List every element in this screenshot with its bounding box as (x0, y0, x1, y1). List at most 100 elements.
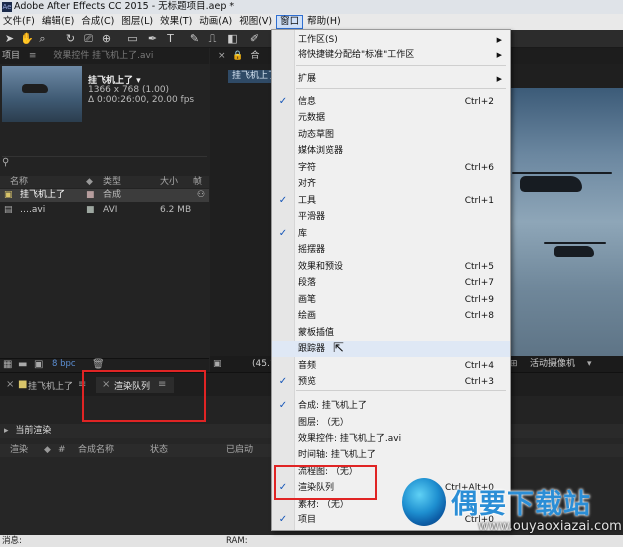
menu-item[interactable]: 扩展 ▶ (272, 71, 510, 87)
menu-item-label: 项目 (298, 515, 317, 525)
checkmark-icon: ✓ (278, 376, 288, 387)
camera-tool-icon[interactable]: ⎚ (82, 32, 95, 45)
menu-window[interactable]: 窗口 (276, 15, 304, 29)
table-row[interactable]: ▤ ….avi ■ AVI 6.2 MB (0, 204, 209, 217)
menu-help[interactable]: 帮助(H) (304, 14, 344, 30)
menu-item-label: 工作区(S) (298, 35, 338, 45)
menu-view[interactable]: 视图(V) (236, 14, 275, 30)
menu-item[interactable]: 蒙板插值 (272, 325, 510, 341)
menu-layer[interactable]: 图层(L) (118, 14, 156, 30)
rotor-shape (512, 172, 612, 174)
roto-brush-tool-icon[interactable]: ✐ (248, 32, 261, 45)
lock-icon[interactable]: 🔒 (232, 51, 243, 61)
menu-item[interactable]: 媒体浏览器 (272, 143, 510, 159)
helicopter-shape (554, 246, 594, 257)
tab-composition[interactable]: 合 (251, 51, 260, 61)
menu-item-label: 字符 (298, 163, 317, 173)
table-row[interactable]: ▣ 挂飞机上了 ■ 合成 ⚇ (0, 189, 209, 202)
hand-tool-icon[interactable]: ✋ (20, 32, 34, 45)
row-name: ….avi (20, 205, 46, 215)
menu-item[interactable]: 音频 Ctrl+4 (272, 358, 510, 374)
column-frame[interactable]: 帧 (193, 176, 202, 188)
column-comp-name[interactable]: 合成名称 (78, 444, 114, 457)
trash-icon[interactable]: 🗑 (92, 359, 105, 370)
tab-timeline[interactable]: 挂飞机上了 (28, 379, 73, 392)
menu-item[interactable]: ✓ 信息 Ctrl+2 (272, 94, 510, 110)
menu-separator (296, 65, 506, 66)
new-composition-icon[interactable]: ▣ (34, 359, 43, 370)
column-type[interactable]: 类型 (103, 176, 121, 188)
disclosure-triangle-icon[interactable]: ▸ (4, 426, 9, 436)
row-size: 6.2 MB (160, 205, 192, 215)
close-icon[interactable]: × (218, 51, 226, 61)
menu-item[interactable]: 画笔 Ctrl+9 (272, 292, 510, 308)
menu-item[interactable]: 字符 Ctrl+6 (272, 160, 510, 176)
tab-effect-controls[interactable]: 效果控件 挂飞机上了.avi (53, 51, 153, 61)
menu-item[interactable]: ✓ 预览 Ctrl+3 (272, 374, 510, 390)
menu-item[interactable]: 时间轴: 挂飞机上了 (272, 447, 510, 463)
menu-item[interactable]: 跟踪器 (272, 341, 510, 357)
column-status[interactable]: 状态 (150, 444, 168, 457)
project-panel-tabs: 项目 ≡ 效果控件 挂飞机上了.avi (0, 48, 209, 64)
menu-effect[interactable]: 效果(T) (157, 14, 195, 30)
brush-tool-icon[interactable]: ✎ (188, 32, 201, 45)
column-render[interactable]: 渲染 (10, 444, 28, 457)
clone-stamp-tool-icon[interactable]: ⎍ (206, 32, 219, 45)
pan-behind-tool-icon[interactable]: ⊕ (100, 32, 113, 45)
interpret-footage-icon[interactable]: ▦ (3, 359, 12, 370)
menu-animation[interactable]: 动画(A) (196, 14, 235, 30)
menu-item-label: 蒙板插值 (298, 328, 335, 338)
menu-item-label: 将快捷键分配给"标准"工作区 (298, 50, 415, 60)
menu-item[interactable]: 工作区(S) ▶ (272, 32, 510, 48)
menu-item[interactable]: 效果控件: 挂飞机上了.avi (272, 431, 510, 447)
highlight-box-render-queue-tab (82, 370, 206, 422)
column-number[interactable]: # (58, 444, 66, 457)
window-title-bar: Adobe After Effects CC 2015 - 无标题项目.aep … (0, 0, 623, 14)
always-preview-icon[interactable]: ▣ (213, 356, 222, 372)
menu-item[interactable]: 摇摆器 (272, 242, 510, 258)
menu-item[interactable]: 元数据 (272, 110, 510, 126)
menu-item[interactable]: ✓ 工具 Ctrl+1 (272, 193, 510, 209)
type-tool-icon[interactable]: T (164, 32, 177, 45)
rectangle-tool-icon[interactable]: ▭ (126, 32, 139, 45)
column-size[interactable]: 大小 (160, 176, 178, 188)
eraser-tool-icon[interactable]: ◧ (226, 32, 239, 45)
rotate-tool-icon[interactable]: ↻ (64, 32, 77, 45)
submenu-arrow-icon: ▶ (496, 36, 502, 44)
grid-icon[interactable]: ⊞ (510, 356, 518, 372)
menu-edit[interactable]: 编辑(E) (39, 14, 77, 30)
flowchart-icon[interactable]: ⚇ (197, 189, 205, 202)
menu-item[interactable]: 对齐 (272, 176, 510, 192)
menu-item[interactable]: 图层: （无） (272, 415, 510, 431)
project-search-bar[interactable]: ⚲ (2, 156, 207, 171)
menu-item[interactable]: 动态草图 (272, 127, 510, 143)
checkmark-icon: ✓ (278, 228, 288, 239)
chevron-down-icon[interactable]: ▾ (587, 356, 592, 372)
pen-tool-icon[interactable]: ✒ (146, 32, 159, 45)
tab-project[interactable]: 项目 (0, 51, 20, 61)
column-name[interactable]: 名称 (10, 176, 28, 188)
window-title: Adobe After Effects CC 2015 - 无标题项目.aep … (14, 1, 235, 12)
menu-item[interactable]: 平滑器 (272, 209, 510, 225)
close-icon[interactable]: × (6, 379, 14, 390)
selection-tool-icon[interactable]: ➤ (3, 32, 16, 45)
search-icon[interactable]: ⚲ (2, 157, 9, 168)
menu-item-label: 摇摆器 (298, 245, 326, 255)
menu-item[interactable]: 效果和预设 Ctrl+5 (272, 259, 510, 275)
menu-file[interactable]: 文件(F) (0, 14, 38, 30)
footage-icon: ▤ (4, 205, 13, 215)
menu-item[interactable]: 将快捷键分配给"标准"工作区 ▶ (272, 47, 510, 63)
menu-composition[interactable]: 合成(C) (78, 14, 117, 30)
panel-menu-icon[interactable]: ≡ (29, 51, 37, 61)
menu-item[interactable]: ✓ 合成: 挂飞机上了 (272, 398, 510, 414)
menu-item[interactable]: 段落 Ctrl+7 (272, 275, 510, 291)
bit-depth-button[interactable]: 8 bpc (52, 359, 76, 369)
menu-item[interactable]: 绘画 Ctrl+8 (272, 308, 510, 324)
menu-item-label: 效果控件: 挂飞机上了.avi (298, 434, 402, 444)
menu-item-label: 工具 (298, 196, 317, 206)
new-folder-icon[interactable]: ▬ (18, 359, 27, 370)
active-camera-select[interactable]: 活动摄像机 (530, 356, 575, 372)
column-started[interactable]: 已启动 (226, 444, 253, 457)
zoom-tool-icon[interactable]: ⌕ (36, 32, 49, 45)
menu-item[interactable]: ✓ 库 (272, 226, 510, 242)
